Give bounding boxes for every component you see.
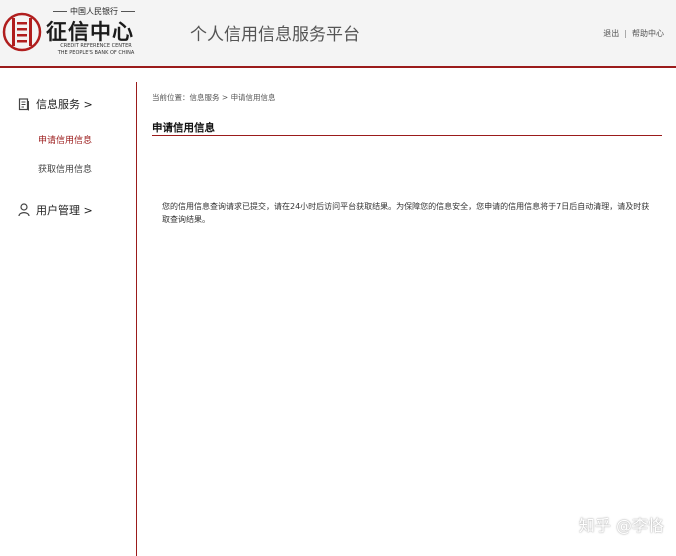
logo-main-text: 征信中心 xyxy=(46,19,134,44)
logo-english-text: CREDIT REFERENCE CENTER THE PEOPLE'S BAN… xyxy=(46,43,146,57)
logout-link[interactable]: 退出 xyxy=(603,29,619,38)
credit-center-emblem-icon xyxy=(2,12,42,52)
sidebar-divider xyxy=(136,82,137,556)
sidebar-item-info-service-label: 信息服务 > xyxy=(36,98,93,111)
breadcrumb-prefix: 当前位置： xyxy=(152,93,190,102)
watermark: 知乎 @李恪 xyxy=(578,516,664,535)
title-divider xyxy=(152,135,662,136)
status-message: 您的信用信息查询请求已提交，请在24小时后访问平台获取结果。为保障您的信息安全，… xyxy=(162,202,650,224)
header: 中国人民银行 征信中心 CREDIT REFERENCE CENTER THE … xyxy=(0,0,676,66)
logo-english-line-1: CREDIT REFERENCE CENTER xyxy=(60,43,132,49)
header-link-separator: | xyxy=(624,29,627,38)
sidebar-item-info-service[interactable]: 信息服务 > xyxy=(18,96,93,112)
sidebar-item-get-credit-info[interactable]: 获取信用信息 xyxy=(38,162,92,175)
help-center-link[interactable]: 帮助中心 xyxy=(632,29,664,38)
sidebar-item-user-management-label: 用户管理 > xyxy=(36,204,93,217)
site-title: 个人信用信息服务平台 xyxy=(190,25,360,45)
breadcrumb-current: 申请信用信息 xyxy=(230,93,276,102)
logo[interactable]: 中国人民银行 征信中心 CREDIT REFERENCE CENTER THE … xyxy=(2,4,152,62)
breadcrumb: 当前位置：信息服务 > 申请信用信息 xyxy=(152,92,276,103)
header-links: 退出 | 帮助中心 xyxy=(603,28,664,39)
breadcrumb-info-service[interactable]: 信息服务 xyxy=(190,93,220,102)
sidebar: 信息服务 > 申请信用信息 获取信用信息 用户管理 > xyxy=(0,68,136,556)
sidebar-item-apply-credit-info[interactable]: 申请信用信息 xyxy=(38,133,92,146)
logo-english-line-2: THE PEOPLE'S BANK OF CHINA xyxy=(57,50,135,56)
breadcrumb-separator: > xyxy=(219,93,231,102)
sidebar-item-user-management[interactable]: 用户管理 > xyxy=(18,202,93,218)
user-icon xyxy=(18,203,30,217)
page-title: 申请信用信息 xyxy=(152,122,215,134)
document-icon xyxy=(18,97,29,110)
